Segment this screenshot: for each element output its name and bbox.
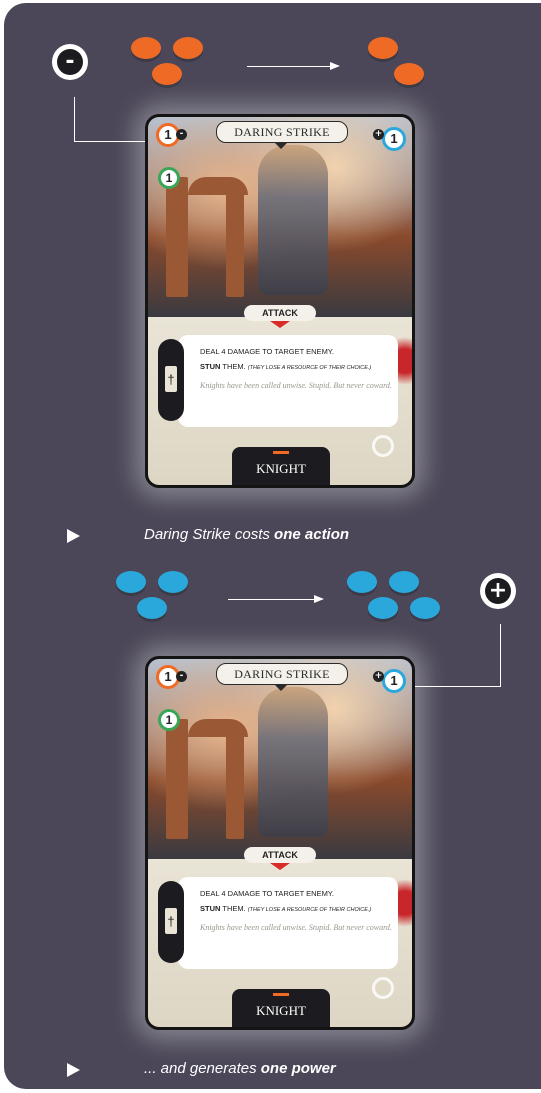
knight-figure <box>258 687 328 837</box>
green-badge: 1 <box>158 709 180 731</box>
sword-icon: † <box>165 366 177 392</box>
swirl-icon <box>372 977 394 999</box>
minus-icon: - <box>176 671 187 682</box>
action-token <box>368 37 398 59</box>
power-token <box>137 597 167 619</box>
power-token <box>389 571 419 593</box>
plus-icon: + <box>373 671 384 682</box>
arrow-line <box>247 66 332 67</box>
effect-line1: DEAL 4 DAMAGE TO TARGET ENEMY. <box>200 889 334 898</box>
effect-line1: DEAL 4 DAMAGE TO TARGET ENEMY. <box>200 347 334 356</box>
power-token <box>158 571 188 593</box>
card-text-box: DEAL 4 DAMAGE TO TARGET ENEMY. STUN THEM… <box>178 877 398 969</box>
minus-icon: - <box>176 129 187 140</box>
connector-line <box>402 624 501 687</box>
class-tab: KNIGHT <box>232 989 330 1027</box>
flavor-text: Knights have been called unwise. Stupid.… <box>200 923 392 932</box>
power-token <box>410 597 440 619</box>
type-icon-column: † <box>158 339 184 421</box>
action-token <box>131 37 161 59</box>
arrow-right-icon <box>314 595 324 603</box>
arrow-line <box>228 599 316 600</box>
swirl-icon <box>372 435 394 457</box>
card-daring-strike: 1 - DARING STRIKE 1 + 1 ATTACK DEAL 4 DA… <box>145 114 415 488</box>
play-arrow-icon <box>67 1063 80 1077</box>
card-title: DARING STRIKE <box>216 121 348 149</box>
flavor-text: Knights have been called unwise. Stupid.… <box>200 381 392 390</box>
type-icon-column: † <box>158 881 184 963</box>
class-tab: KNIGHT <box>232 447 330 485</box>
green-badge: 1 <box>158 167 180 189</box>
power-token <box>368 597 398 619</box>
minus-badge: - <box>52 44 88 80</box>
action-token <box>173 37 203 59</box>
knight-figure <box>258 145 328 295</box>
power-token <box>347 571 377 593</box>
effect-line2: STUN THEM. (THEY LOSE A RESOURCE OF THEI… <box>200 362 372 371</box>
generate-badge: 1 <box>382 127 406 151</box>
caption-1: Daring Strike costs one action <box>4 524 541 548</box>
effect-line2: STUN THEM. (THEY LOSE A RESOURCE OF THEI… <box>200 904 372 913</box>
action-token <box>394 63 424 85</box>
sword-icon: † <box>165 908 177 934</box>
tutorial-panel: - 1 - DARING STRIKE 1 + 1 ATTACK DEAL 4 … <box>4 3 541 1089</box>
power-token <box>116 571 146 593</box>
arrow-right-icon <box>330 62 340 70</box>
card-daring-strike: 1 - DARING STRIKE 1 + 1 ATTACK DEAL 4 DA… <box>145 656 415 1030</box>
card-type: ATTACK <box>244 847 316 870</box>
card-face: 1 - DARING STRIKE 1 + 1 ATTACK DEAL 4 DA… <box>145 656 415 1030</box>
play-arrow-icon <box>67 529 80 543</box>
action-token <box>152 63 182 85</box>
caption-2: ... and generates one power <box>4 1058 541 1082</box>
card-type: ATTACK <box>244 305 316 328</box>
card-title: DARING STRIKE <box>216 663 348 691</box>
plus-icon: + <box>373 129 384 140</box>
generate-badge: 1 <box>382 669 406 693</box>
card-face: 1 - DARING STRIKE 1 + 1 ATTACK DEAL 4 DA… <box>145 114 415 488</box>
card-text-box: DEAL 4 DAMAGE TO TARGET ENEMY. STUN THEM… <box>178 335 398 427</box>
plus-badge: + <box>480 573 516 609</box>
